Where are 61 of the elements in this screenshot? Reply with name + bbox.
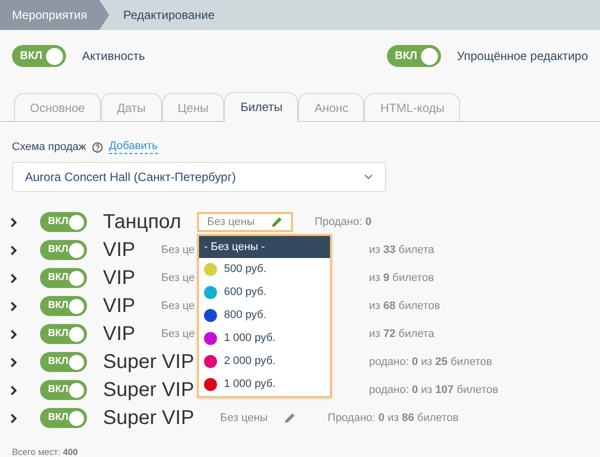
tab[interactable]: Цены (162, 93, 224, 121)
sold-count: из 68 билетов (369, 298, 440, 314)
pencil-icon[interactable] (270, 216, 283, 228)
ticket-name: Super VIP (103, 378, 194, 403)
tab[interactable]: Анонс (298, 93, 364, 121)
sold-count: Продано: 0 из 86 билетов (328, 410, 459, 426)
pencil-icon[interactable] (284, 412, 296, 424)
tab[interactable]: Даты (100, 93, 162, 121)
sold-count: из 72 билета (369, 326, 434, 342)
chevron-right-icon[interactable] (10, 384, 18, 396)
ticket-name: VIP (103, 322, 136, 347)
chevron-right-icon[interactable] (10, 272, 18, 284)
ticket-name: Super VIP (103, 406, 194, 431)
breadcrumb[interactable]: Редактирование (109, 0, 215, 30)
dropdown-option[interactable]: 2 000 руб. (199, 350, 330, 373)
ticket-name: VIP (103, 266, 136, 291)
sold-count: из 9 билетов (369, 270, 434, 286)
tab[interactable]: Билеты (224, 92, 298, 122)
tab[interactable]: Основное (14, 93, 101, 121)
price-field[interactable]: Без цены (197, 212, 293, 232)
sold-count: родано: 0 из 107 билетов (369, 382, 498, 398)
dropdown-option[interactable]: 1 000 руб. (199, 373, 330, 396)
switch-label: Упрощённое редактиро (456, 48, 588, 65)
help-icon (92, 142, 104, 152)
ticket-name: VIP (103, 294, 136, 319)
sold-count: из 33 билета (369, 242, 434, 258)
toggle-switch[interactable]: ВКЛ (40, 352, 87, 372)
toggle-switch[interactable]: ВКЛ (40, 296, 87, 316)
switch-label: Активность (82, 48, 146, 65)
ticket-name: Танцпол (103, 210, 182, 235)
sold-count: родано: 0 из 25 билетов (369, 354, 492, 370)
chevron-right-icon[interactable] (10, 412, 18, 424)
dropdown-option[interactable]: 1 000 руб. (199, 327, 330, 350)
toggle-switch[interactable]: ВКЛ (40, 268, 87, 288)
chevron-right-icon[interactable] (10, 356, 18, 368)
toggle-switch[interactable]: ВКЛ (40, 240, 87, 260)
chevron-right-icon[interactable] (10, 300, 18, 312)
price-field[interactable]: Без цены (210, 408, 306, 428)
dropdown-option[interactable]: 600 руб. (199, 281, 330, 304)
ticket-name: VIP (103, 238, 136, 263)
dropdown-option[interactable]: 500 руб. (199, 258, 330, 281)
toggle-switch[interactable]: ВКЛ (40, 212, 87, 232)
add-link[interactable]: Добавить (109, 140, 158, 154)
chevron-down-icon (364, 174, 373, 180)
toggle-switch[interactable]: ВКЛ (40, 324, 87, 344)
toggle-switch[interactable]: ВКЛ (386, 45, 441, 67)
toggle-switch[interactable]: ВКЛ (40, 380, 87, 400)
tab[interactable]: HTML-коды (364, 93, 460, 121)
breadcrumb[interactable]: Мероприятия (0, 0, 110, 30)
chevron-right-icon[interactable] (10, 328, 18, 340)
dropdown-option[interactable]: - Без цены - (199, 236, 330, 258)
chevron-right-icon[interactable] (10, 216, 18, 228)
toggle-switch[interactable]: ВКЛ (12, 45, 66, 67)
total-seats: Всего мест: 400 (0, 446, 600, 457)
venue-select[interactable]: Aurora Concert Hall (Санкт-Петербург) (12, 162, 386, 192)
chevron-right-icon[interactable] (10, 244, 18, 256)
ticket-name: Super VIP (103, 350, 194, 375)
field-label: Схема продаж (12, 140, 86, 155)
toggle-switch[interactable]: ВКЛ (40, 408, 87, 428)
sold-count: Продано: 0 (314, 214, 372, 230)
dropdown-option[interactable]: 800 руб. (199, 304, 330, 327)
